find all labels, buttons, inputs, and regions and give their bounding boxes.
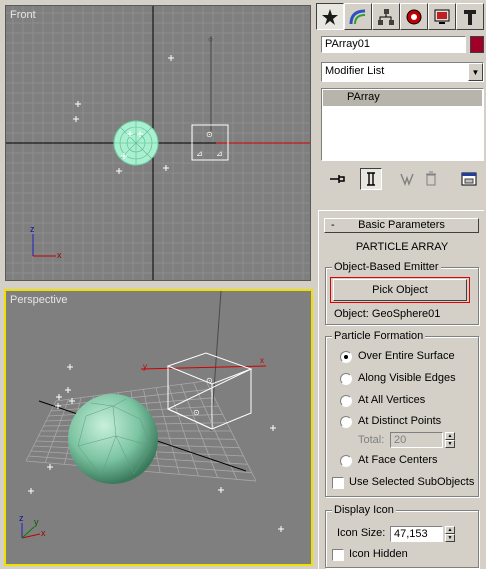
icon-size-spinner[interactable]: ▲ ▼ [445,526,455,542]
svg-text:⊙: ⊙ [193,408,200,417]
object-based-emitter-label: Object-Based Emitter [332,261,441,273]
at-all-vertices-label[interactable]: At All Vertices [358,394,425,406]
basic-parameters-header[interactable]: - Basic Parameters [324,218,479,233]
motion-tab[interactable] [400,3,428,30]
perspective-viewport-canvas: y x ⊙ ⊙ z x y [19,291,284,539]
at-face-centers-label[interactable]: At Face Centers [358,454,437,466]
rollout-title: Basic Parameters [358,219,445,231]
create-star-icon [322,8,338,25]
trash-icon [426,171,436,186]
svg-text:⊿: ⊿ [216,149,223,158]
perspective-viewport-label[interactable]: Perspective [10,294,67,306]
motion-icon [406,9,422,24]
svg-text:y: y [143,362,147,371]
geosphere-shaded [68,394,158,484]
pin-stack-button[interactable] [326,168,348,190]
front-viewport[interactable]: ○ ⊙ ⊿ ⊿ z x Front [5,5,311,281]
object-color-swatch[interactable] [470,36,484,53]
pick-object-button[interactable]: Pick Object [333,279,467,301]
icon-size-label: Icon Size: [337,527,386,539]
chevron-down-icon[interactable]: ▼ [468,63,483,81]
modifier-list-label: Modifier List [325,65,385,77]
hierarchy-tab[interactable] [372,3,400,30]
display-icon-label: Display Icon [332,504,396,516]
use-selected-subobjects-label[interactable]: Use Selected SubObjects [349,476,474,488]
svg-text:○: ○ [208,35,213,44]
along-visible-edges-label[interactable]: Along Visible Edges [358,372,456,384]
modifier-list-dropdown[interactable]: Modifier List ▼ [321,62,484,82]
at-distinct-points-label[interactable]: At Distinct Points [358,415,441,427]
pin-icon [330,175,345,183]
radio-along-visible-edges[interactable] [340,373,352,385]
make-unique-button[interactable] [396,168,418,190]
radio-at-distinct-points[interactable] [340,416,352,428]
over-entire-surface-label[interactable]: Over Entire Surface [358,350,455,362]
configure-sets-icon [461,172,477,186]
stack-item-label: PArray [347,91,380,103]
modify-rainbow-icon [349,9,366,24]
radio-over-entire-surface[interactable] [340,351,352,363]
front-axis-z-label: z [30,224,35,234]
display-monitor-icon [434,9,450,24]
use-selected-subobjects-checkbox[interactable] [332,477,344,489]
particle-array-heading: PARTICLE ARRAY [355,241,449,253]
total-label: Total: [358,434,385,446]
utilities-tab[interactable] [456,3,484,30]
create-tab[interactable] [316,3,344,30]
command-panel: PArray01 Modifier List ▼ PArray - Basic … [316,0,486,569]
max-workspace: ○ ⊙ ⊿ ⊿ z x Front y x ⊙ ⊙ z x y Perspect… [0,0,486,569]
modify-tab[interactable] [344,3,372,30]
icon-size-field[interactable]: 47,153 [390,526,443,542]
utilities-hammer-icon [464,9,476,25]
geosphere-wireframe [113,120,159,166]
radio-at-all-vertices[interactable] [340,395,352,407]
collapse-icon: - [331,219,335,231]
persp-axis-x-label: x [41,528,46,538]
remove-modifier-button[interactable] [420,168,442,190]
object-name-field[interactable]: PArray01 [321,36,466,53]
persp-axis-z-label: z [19,513,24,523]
front-viewport-canvas: ○ ⊙ ⊿ ⊿ z x [6,6,310,280]
svg-text:⊿: ⊿ [196,149,203,158]
show-end-result-icon [367,172,375,186]
hierarchy-icon [378,8,394,25]
modifier-stack[interactable]: PArray [321,88,484,161]
front-axis-x-label: x [57,250,62,260]
icon-hidden-checkbox[interactable] [332,549,344,561]
show-end-result-button[interactable] [360,168,382,190]
configure-modifier-sets-button[interactable] [458,168,480,190]
total-spinner[interactable]: ▲ ▼ [445,432,455,448]
stack-item-parray[interactable]: PArray [323,90,482,106]
svg-text:⊙: ⊙ [206,130,213,139]
perspective-viewport[interactable]: y x ⊙ ⊙ z x y Perspective [4,289,313,566]
stack-toolbar [316,166,486,194]
basic-parameters-rollout: - Basic Parameters PARTICLE ARRAY Object… [318,210,484,569]
particle-formation-label: Particle Formation [332,330,426,342]
total-field[interactable]: 20 [390,432,443,448]
front-viewport-label[interactable]: Front [10,9,36,21]
icon-hidden-label[interactable]: Icon Hidden [349,548,408,560]
command-panel-tabs [316,3,486,31]
make-unique-icon [400,173,414,187]
display-tab[interactable] [428,3,456,30]
persp-axis-y-label: y [34,517,39,527]
emitter-object-label: Object: GeoSphere01 [334,308,441,320]
radio-at-face-centers[interactable] [340,455,352,467]
svg-text:x: x [260,356,264,365]
svg-text:⊙: ⊙ [206,376,213,385]
